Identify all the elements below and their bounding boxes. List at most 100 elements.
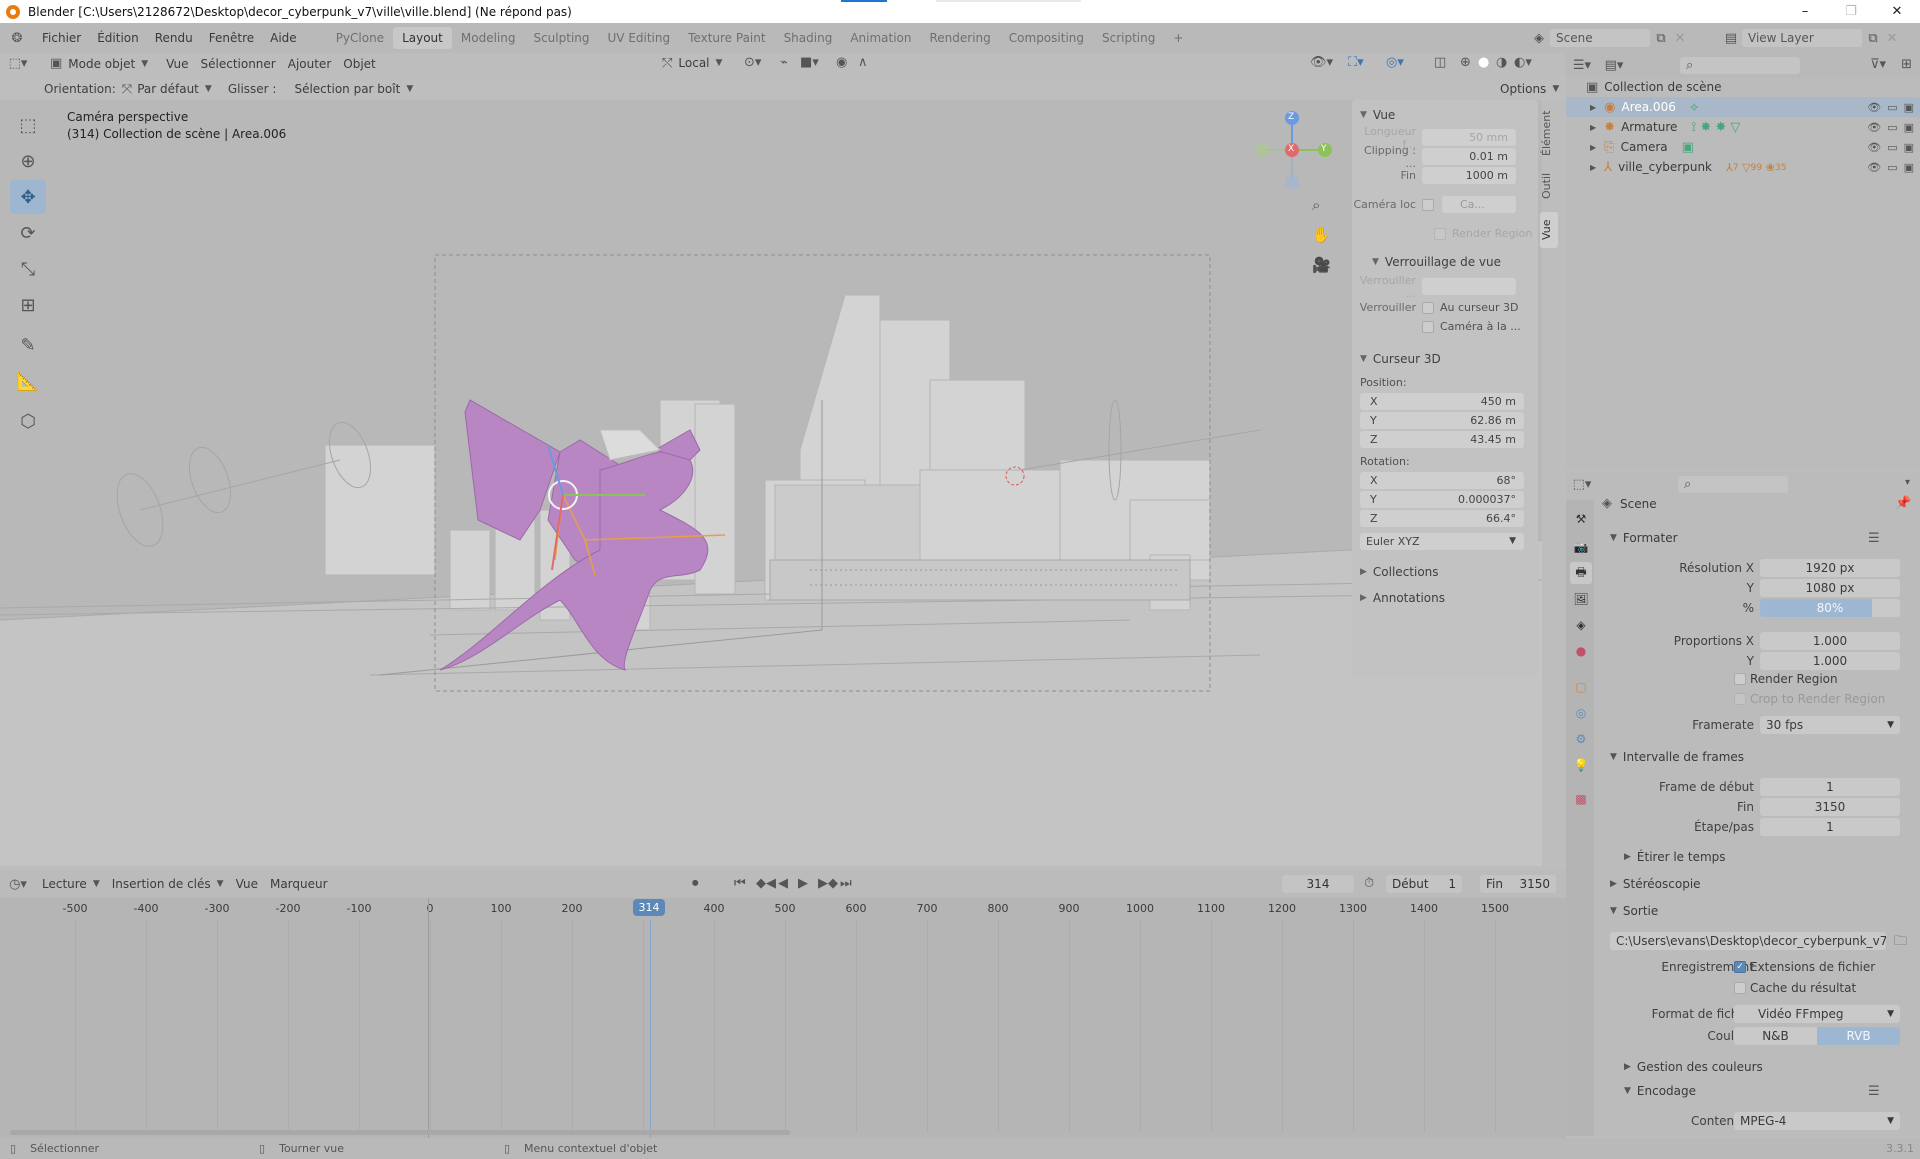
collections-section-header[interactable]: ▶ Collections xyxy=(1352,561,1538,583)
output-panel-header[interactable]: ▼ Sortie xyxy=(1610,904,1658,918)
menu-object[interactable]: Objet xyxy=(337,54,381,74)
view-layer-selector[interactable]: ▤ View Layer ⧉ ✕ xyxy=(1720,27,1900,49)
frame-step-field[interactable]: 1 xyxy=(1760,818,1900,836)
outliner-search-input[interactable]: ⌕ xyxy=(1680,56,1800,74)
eye-icon[interactable]: 👁 xyxy=(1867,121,1881,134)
view-lock-header[interactable]: ▼ Verrouillage de vue xyxy=(1352,251,1538,273)
object-tab-icon[interactable]: ▢ xyxy=(1570,676,1592,698)
select-box-tool-icon[interactable]: ⬚ xyxy=(10,108,46,142)
properties-editor-type-icon[interactable]: ⬚▾ xyxy=(1566,477,1598,492)
falloff-icon[interactable]: ∧ xyxy=(858,55,868,70)
timeline-area[interactable]: -500-400-300-200-10001002003400500600700… xyxy=(0,898,1566,1138)
outliner-item-ville[interactable]: ▶ ⅄ ville_cyberpunk ⅄ 7 ▽ 99 ❀ 35 👁 ▭ ▣ xyxy=(1566,157,1920,177)
menu-playback[interactable]: Lecture ▼ xyxy=(36,874,106,894)
cursor-z-field[interactable]: Z 43.45 m xyxy=(1352,430,1538,449)
physics-tab-icon[interactable]: ◎ xyxy=(1570,702,1592,724)
encoding-presets-icon[interactable]: ☰ xyxy=(1868,1084,1880,1099)
menu-render[interactable]: Rendu xyxy=(147,31,201,45)
tab-rendering[interactable]: Rendering xyxy=(921,27,1000,49)
transform-tool-icon[interactable]: ⊞ xyxy=(10,288,46,322)
options-dropdown[interactable]: Options ▼ xyxy=(1494,79,1565,99)
encoding-panel-header[interactable]: ▼ Encodage xyxy=(1624,1084,1696,1098)
snap-icon[interactable]: ⌁ xyxy=(780,55,788,70)
camera-view-icon[interactable]: 🎥 xyxy=(1312,256,1331,274)
menu-help[interactable]: Aide xyxy=(262,31,305,45)
cache-result-checkbox[interactable] xyxy=(1734,982,1746,994)
expand-icon[interactable]: ▶ xyxy=(1590,143,1596,152)
new-scene-icon[interactable]: ⧉ xyxy=(1650,31,1672,46)
3d-viewport[interactable]: Z Y X Caméra perspective (314) Collectio… xyxy=(0,100,1542,866)
display-mode-icon[interactable]: ▤▾ xyxy=(1598,58,1630,73)
rotation-mode-dropdown[interactable]: Euler XYZ ▼ xyxy=(1352,532,1538,551)
rendered-shading-icon[interactable]: ◐▾ xyxy=(1514,55,1532,70)
properties-options-icon[interactable]: ▾ xyxy=(1905,477,1910,488)
tool-tab-icon[interactable]: ⚒ xyxy=(1570,508,1592,530)
tab-modeling[interactable]: Modeling xyxy=(452,27,525,49)
pin-icon[interactable]: 📌 xyxy=(1895,496,1911,511)
eye-icon[interactable]: 👁 xyxy=(1867,161,1881,174)
file-extensions-checkbox[interactable]: ✓ xyxy=(1734,961,1746,973)
world-tab-icon[interactable]: ● xyxy=(1570,640,1592,662)
outliner-item-camera[interactable]: ▶ ⎘ Camera ▣ 👁 ▭ ▣ xyxy=(1566,137,1920,157)
add-cube-tool-icon[interactable]: ⬡ xyxy=(10,404,46,438)
record-icon[interactable]: ⏺ xyxy=(692,876,699,891)
play-icon[interactable]: ▶ xyxy=(798,876,808,891)
cursor-x-field[interactable]: X 450 m xyxy=(1352,392,1538,411)
gizmo-toggle-icon[interactable]: ⛶▾ xyxy=(1348,55,1364,70)
rotation-z-field[interactable]: Z 66.4° xyxy=(1352,509,1538,528)
material-shading-icon[interactable]: ◑ xyxy=(1496,55,1507,70)
expand-icon[interactable]: ▶ xyxy=(1590,103,1596,112)
annotations-section-header[interactable]: ▶ Annotations xyxy=(1352,587,1538,609)
tab-sculpting[interactable]: Sculpting xyxy=(524,27,598,49)
blender-menu-icon[interactable]: ❂ xyxy=(0,31,34,46)
eye-icon[interactable]: 👁 xyxy=(1867,101,1881,114)
clip-start-field[interactable]: 0.01 m xyxy=(1422,148,1516,165)
delete-view-layer-icon[interactable]: ✕ xyxy=(1884,31,1900,46)
scene-selector[interactable]: ◈ Scene ⧉ ✕ xyxy=(1528,27,1688,49)
expand-icon[interactable]: ▶ xyxy=(1590,123,1596,132)
annotate-tool-icon[interactable]: ✎ xyxy=(10,328,46,362)
viewport-icon[interactable]: ▭ xyxy=(1887,101,1897,114)
lock-cursor-checkbox[interactable] xyxy=(1422,301,1434,314)
transform-space-dropdown[interactable]: ⤲ Local ▼ xyxy=(656,53,728,73)
menu-edit[interactable]: Édition xyxy=(89,31,147,45)
jump-end-icon[interactable]: ⏭ xyxy=(840,876,852,891)
file-format-dropdown[interactable]: Vidéo FFmpeg ▼ xyxy=(1734,1005,1900,1023)
scale-tool-icon[interactable]: ⤡ xyxy=(10,252,46,286)
view-layer-tab-icon[interactable]: 🖼 xyxy=(1570,588,1592,610)
tab-shading[interactable]: Shading xyxy=(775,27,842,49)
minimize-button[interactable]: – xyxy=(1782,0,1828,23)
drag-dropdown[interactable]: Sélection par boît ▼ xyxy=(288,79,419,99)
render-region-prop-checkbox[interactable] xyxy=(1734,673,1746,685)
mode-selector[interactable]: ▣ Mode objet ▼ xyxy=(44,54,154,74)
render-region-checkbox[interactable] xyxy=(1434,227,1446,240)
render-icon[interactable]: ▣ xyxy=(1904,101,1914,114)
menu-window[interactable]: Fenêtre xyxy=(201,31,262,45)
proportional-edit-icon[interactable]: ◉ xyxy=(836,55,847,70)
view-section-header[interactable]: ▼ Vue xyxy=(1352,104,1538,126)
res-x-field[interactable]: 1920 px xyxy=(1760,559,1900,577)
data-tab-icon[interactable]: 💡 xyxy=(1570,754,1592,776)
focal-length-field[interactable]: 50 mm xyxy=(1422,129,1516,146)
eye-icon[interactable]: 👁 xyxy=(1867,141,1881,154)
local-camera-field[interactable]: Ca... xyxy=(1442,196,1516,213)
viewport-icon[interactable]: ▭ xyxy=(1887,121,1897,134)
crop-checkbox[interactable] xyxy=(1734,693,1746,705)
menu-marker[interactable]: Marqueur xyxy=(264,874,334,894)
output-path-field[interactable]: C:\Users\evans\Desktop\decor_cyberpunk_v… xyxy=(1610,932,1886,950)
folder-browse-icon[interactable]: 🗀 xyxy=(1894,932,1907,954)
outliner-editor-type-icon[interactable]: ☰▾ xyxy=(1566,58,1598,73)
aspect-x-field[interactable]: 1.000 xyxy=(1760,632,1900,650)
output-tab-icon[interactable]: 🖶 xyxy=(1570,562,1592,584)
rotation-y-field[interactable]: Y 0.000037° xyxy=(1352,490,1538,509)
format-presets-icon[interactable]: ☰ xyxy=(1868,531,1880,546)
container-dropdown[interactable]: MPEG-4 ▼ xyxy=(1734,1112,1900,1130)
add-workspace-button[interactable]: + xyxy=(1164,27,1192,49)
move-tool-icon[interactable]: ✥ xyxy=(10,180,46,214)
start-frame-field[interactable]: Début 1 xyxy=(1386,875,1462,893)
color-management-header[interactable]: ▶ Gestion des couleurs xyxy=(1624,1060,1763,1074)
wireframe-shading-icon[interactable]: ⊕ xyxy=(1460,55,1471,70)
scene-name-field[interactable]: Scene xyxy=(1550,29,1650,47)
expand-icon[interactable]: ▶ xyxy=(1590,163,1596,172)
filter-icon[interactable]: ⊽▾ xyxy=(1870,57,1886,72)
